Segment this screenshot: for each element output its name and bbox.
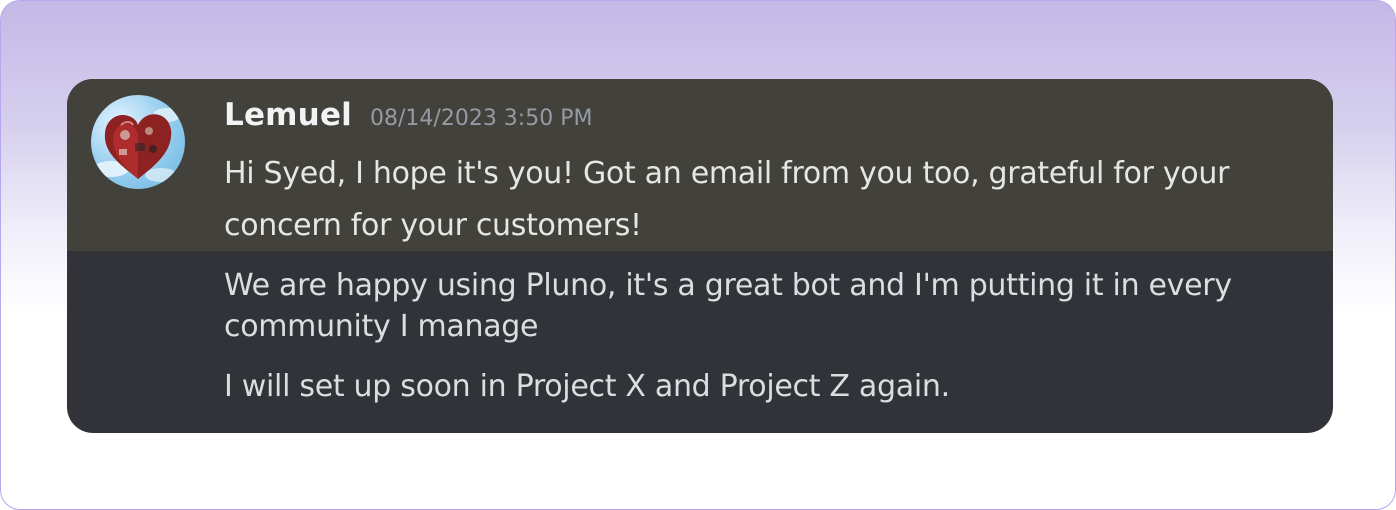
author-username[interactable]: Lemuel bbox=[224, 97, 352, 133]
message-header: Lemuel 08/14/2023 3:50 PM bbox=[224, 97, 592, 137]
screenshot-frame: Lemuel 08/14/2023 3:50 PM Hi Syed, I hop… bbox=[0, 0, 1396, 510]
message-text-2: We are happy using Pluno, it's a great b… bbox=[224, 268, 1232, 344]
message-timestamp: 08/14/2023 3:50 PM bbox=[370, 106, 593, 131]
heart-balloon-avatar-icon[interactable] bbox=[91, 95, 185, 189]
chat-message-group: Lemuel 08/14/2023 3:50 PM Hi Syed, I hop… bbox=[67, 79, 1333, 433]
message-text-3: I will set up soon in Project X and Proj… bbox=[224, 369, 950, 404]
message-text-1: Hi Syed, I hope it's you! Got an email f… bbox=[224, 156, 1230, 243]
